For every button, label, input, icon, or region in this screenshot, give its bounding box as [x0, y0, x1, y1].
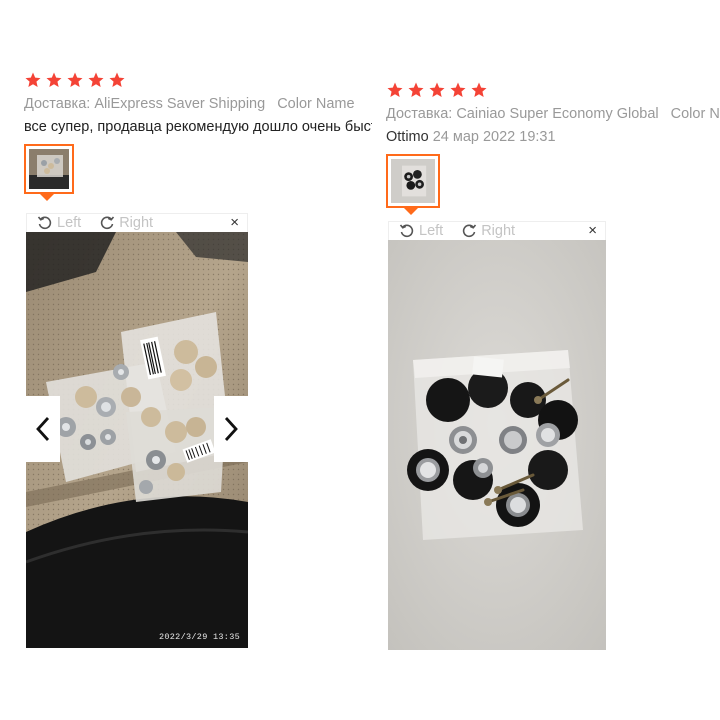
review-card-2: Доставка: Cainiao Super Economy Global Co… [386, 80, 720, 680]
image-viewer: Left Right × [26, 213, 248, 648]
review-meta: Доставка: AliExpress Saver Shipping Color… [24, 95, 372, 113]
review-thumbnails [386, 154, 720, 215]
close-viewer-button[interactable]: × [588, 222, 597, 240]
rotate-right-icon [101, 216, 115, 230]
review-thumbnails [24, 144, 372, 201]
star-rating [24, 70, 372, 90]
rotate-left-label: Left [57, 215, 82, 231]
star-icon [450, 82, 466, 97]
star-icon [471, 82, 487, 97]
previous-image-button[interactable] [26, 396, 60, 462]
rotate-right-button[interactable]: Right [99, 215, 153, 231]
rotate-right-label: Right [119, 215, 154, 231]
photo-snap-fasteners [388, 240, 606, 650]
next-image-button[interactable] [214, 396, 248, 462]
selected-thumbnail-indicator [40, 194, 54, 201]
close-viewer-button[interactable]: × [230, 214, 239, 232]
review-photo [388, 240, 606, 650]
rotate-right-label: Right [481, 223, 516, 239]
shipping-method: Доставка: Cainiao Super Economy Global [386, 106, 659, 122]
review-thumbnail[interactable] [24, 144, 74, 194]
rotate-left-button[interactable]: Left [399, 223, 443, 239]
image-viewer: Left Right × [388, 221, 606, 650]
rotate-left-icon [399, 224, 414, 238]
star-rating [386, 80, 720, 100]
review-photo: 2022/3/29 13:35 [26, 232, 248, 648]
color-label: Color Name [277, 96, 355, 112]
shipping-method: Доставка: AliExpress Saver Shipping [24, 96, 266, 112]
star-icon [429, 82, 445, 97]
color-label: Color Name [670, 106, 720, 122]
rotate-right-icon [463, 224, 477, 238]
review-card-1: Доставка: AliExpress Saver Shipping Color… [24, 70, 372, 670]
thumbnail-image [391, 159, 435, 203]
star-icon [67, 72, 83, 87]
review-thumbnail[interactable] [386, 154, 440, 208]
review-meta: Доставка: Cainiao Super Economy Global Co… [386, 105, 720, 123]
star-icon [408, 82, 424, 97]
star-icon [46, 72, 62, 87]
chevron-left-icon [36, 417, 50, 441]
star-icon [387, 82, 403, 97]
review-date: 24 мар 2022 19:31 [432, 129, 556, 145]
photo-timestamp: 2022/3/29 13:35 [158, 632, 240, 642]
rotate-right-button[interactable]: Right [461, 223, 515, 239]
chevron-right-icon [224, 417, 238, 441]
star-icon [109, 72, 125, 87]
rotate-left-button[interactable]: Left [37, 215, 81, 231]
selected-thumbnail-indicator [404, 208, 418, 215]
star-icon [88, 72, 104, 87]
thumbnail-image [29, 149, 69, 189]
viewer-toolbar: Left Right × [26, 213, 248, 232]
star-icon [25, 72, 41, 87]
rotate-left-icon [37, 216, 52, 230]
review-author-line: Ottimo 24 мар 2022 19:31 [386, 128, 720, 146]
rotate-left-label: Left [419, 223, 444, 239]
review-text: все супер, продавца рекомендую дошло оче… [24, 119, 372, 135]
review-author: Ottimo [386, 129, 429, 145]
viewer-toolbar: Left Right × [388, 221, 606, 240]
